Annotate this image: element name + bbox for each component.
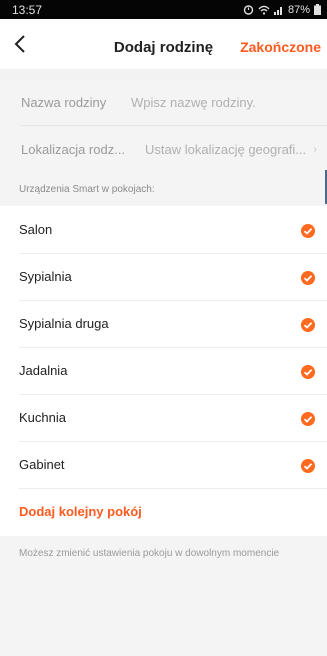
done-button[interactable]: Zakończone (240, 39, 321, 55)
alarm-icon (243, 5, 254, 15)
room-item[interactable]: Sypialnia druga (0, 301, 327, 348)
room-name: Sypialnia druga (19, 316, 109, 331)
room-name: Gabinet (19, 457, 65, 472)
family-location-label: Lokalizacja rodz... (21, 142, 126, 157)
wifi-icon (258, 5, 270, 15)
check-icon[interactable] (301, 365, 315, 379)
check-icon[interactable] (301, 318, 315, 332)
rooms-section-header: Urządzenia Smart w pokojach: (0, 173, 327, 206)
check-icon[interactable] (301, 271, 315, 285)
room-item[interactable]: Gabinet (0, 442, 327, 489)
status-bar: 13:57 87% (0, 0, 327, 19)
chevron-right-icon: › (313, 144, 317, 156)
status-icons: 87% (243, 4, 321, 16)
room-item[interactable]: Kuchnia (0, 395, 327, 442)
family-location-input[interactable]: Ustaw lokalizację geografi... (145, 142, 306, 157)
family-location-field[interactable]: Lokalizacja rodz... Ustaw lokalizację ge… (0, 126, 327, 173)
battery-percent: 87% (287, 3, 310, 16)
room-item[interactable]: Jadalnia (0, 348, 327, 395)
header: Dodaj rodzinę Zakończone (0, 19, 327, 69)
footer-note-area: Możesz zmienić ustawienia pokoju w dowol… (0, 536, 327, 656)
battery-icon (314, 4, 321, 15)
rooms-header-label: Urządzenia Smart w pokojach: (19, 184, 155, 195)
signal-icon (273, 6, 282, 15)
status-time: 13:57 (12, 2, 43, 17)
room-name: Jadalnia (19, 363, 68, 378)
room-item[interactable]: Salon (0, 207, 327, 254)
check-icon[interactable] (301, 459, 315, 473)
add-room-button[interactable]: Dodaj kolejny pokój (19, 504, 142, 519)
header-spacer (0, 69, 327, 79)
check-icon[interactable] (301, 412, 315, 426)
family-name-input[interactable]: Wpisz nazwę rodziny. (131, 95, 256, 110)
room-name: Kuchnia (19, 410, 66, 425)
room-item[interactable]: Sypialnia (0, 254, 327, 301)
family-name-label: Nazwa rodziny (21, 95, 107, 110)
room-name: Salon (19, 222, 53, 237)
divider (19, 488, 327, 489)
family-name-field[interactable]: Nazwa rodziny Wpisz nazwę rodziny. (0, 79, 327, 126)
check-icon[interactable] (301, 224, 315, 238)
footer-note: Możesz zmienić ustawienia pokoju w dowol… (19, 548, 280, 559)
room-name: Sypialnia (19, 269, 72, 284)
